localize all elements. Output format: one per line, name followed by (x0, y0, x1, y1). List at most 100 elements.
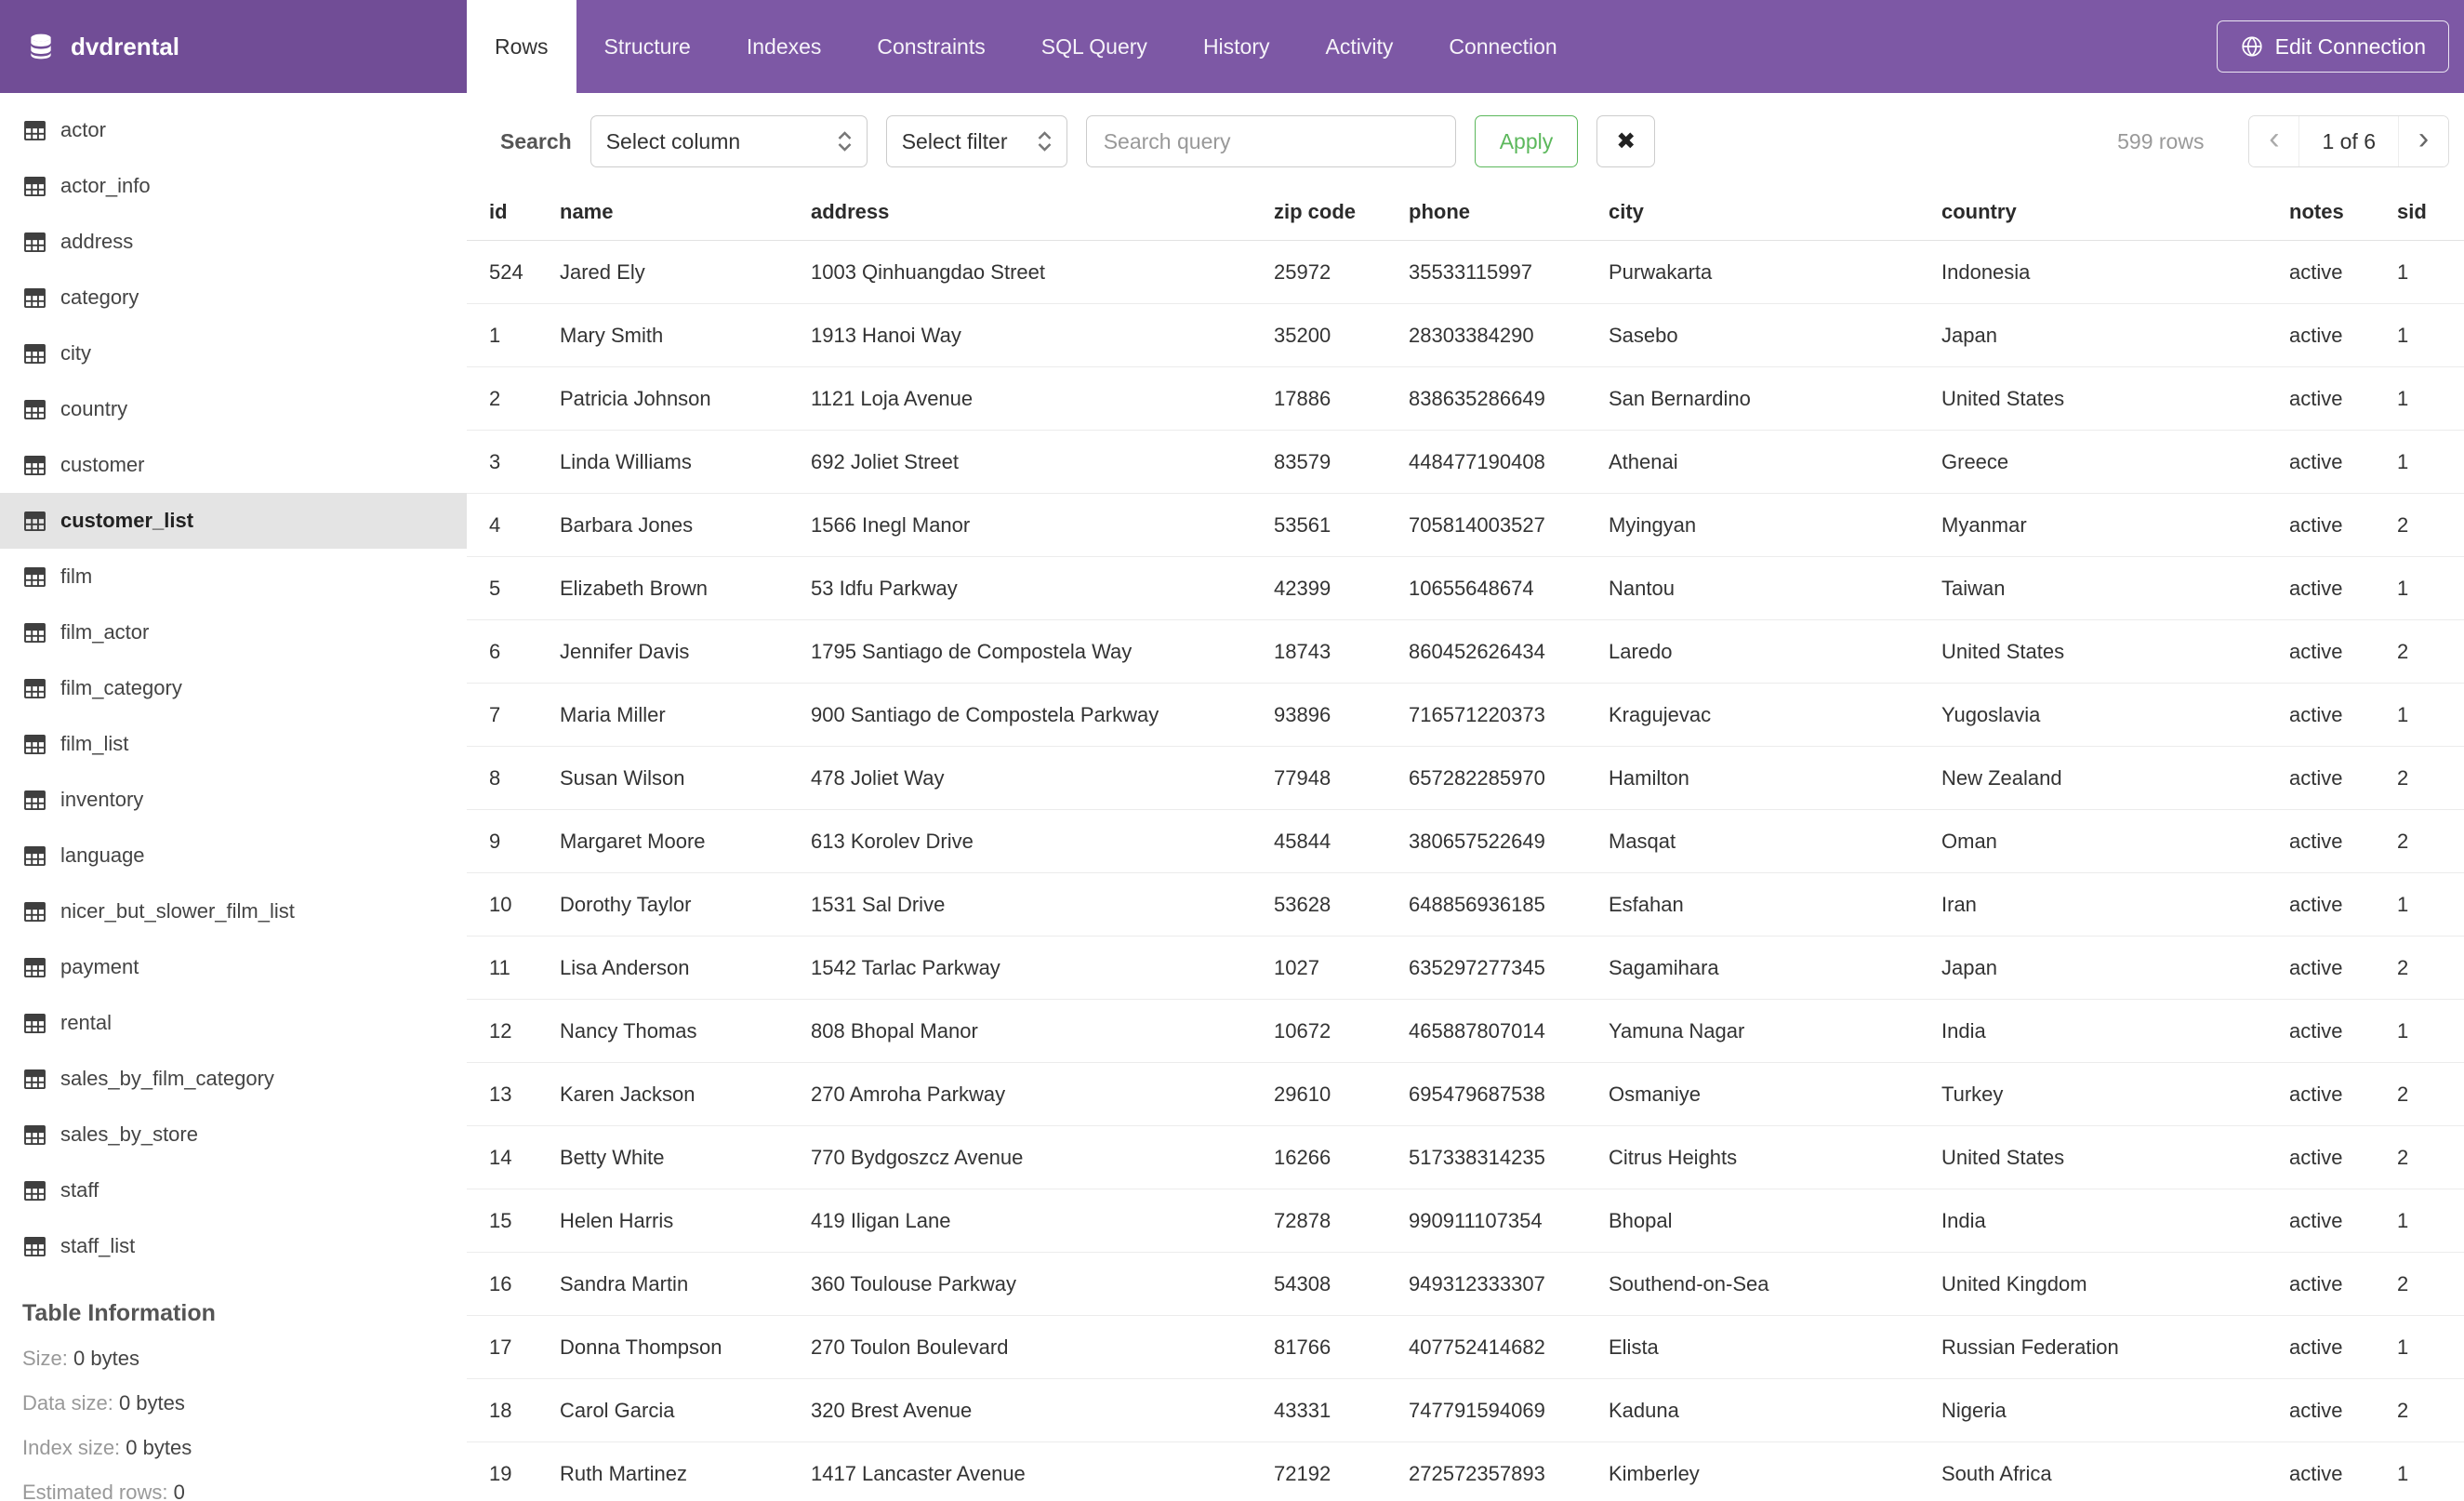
next-page-button[interactable]: › (2398, 116, 2448, 166)
column-header-id[interactable]: id (467, 186, 550, 241)
cell-zip-code: 72878 (1265, 1189, 1399, 1253)
tab-structure[interactable]: Structure (576, 0, 719, 93)
table-row[interactable]: 7 Maria Miller 900 Santiago de Compostela … (467, 683, 2464, 747)
sidebar-item-country[interactable]: country (0, 381, 467, 437)
table-grid-icon (24, 678, 46, 698)
column-header-sid[interactable]: sid (2388, 186, 2464, 241)
sidebar-item-customer-list[interactable]: customer_list (0, 493, 467, 549)
table-row[interactable]: 16 Sandra Martin 360 Toulouse Parkway 54308… (467, 1252, 2464, 1316)
table-row[interactable]: 12 Nancy Thomas 808 Bhopal Manor 10672 46588… (467, 999, 2464, 1063)
table-row[interactable]: 14 Betty White 770 Bydgoszcz Avenue 16266 51… (467, 1125, 2464, 1189)
table-row[interactable]: 4 Barbara Jones 1566 Inegl Manor 53561 70581… (467, 493, 2464, 557)
table-row[interactable]: 8 Susan Wilson 478 Joliet Way 77948 65728228… (467, 746, 2464, 810)
sidebar-item-actor[interactable]: actor (0, 102, 467, 158)
table-row[interactable]: 5 Elizabeth Brown 53 Idfu Parkway 42399 1065… (467, 556, 2464, 620)
sidebar-item-film-category[interactable]: film_category (0, 660, 467, 716)
cell-notes: active (2280, 303, 2388, 367)
sidebar-item-language[interactable]: language (0, 828, 467, 883)
table-grid-icon (24, 845, 46, 866)
search-query-input[interactable] (1085, 115, 1456, 167)
column-header-phone[interactable]: phone (1399, 186, 1599, 241)
cell-zip-code: 77948 (1265, 746, 1399, 810)
table-row[interactable]: 17 Donna Thompson 270 Toulon Boulevard 8176… (467, 1315, 2464, 1379)
cell-country: South Africa (1932, 1441, 2280, 1501)
tab-constraints[interactable]: Constraints (849, 0, 1013, 93)
sidebar-item-film-list[interactable]: film_list (0, 716, 467, 772)
tab-activity[interactable]: Activity (1298, 0, 1422, 93)
cell-address: 900 Santiago de Compostela Parkway (801, 683, 1265, 747)
table-row[interactable]: 10 Dorothy Taylor 1531 Sal Drive 53628 64885… (467, 872, 2464, 936)
cell-sid: 2 (2388, 936, 2464, 1000)
tab-rows[interactable]: Rows (467, 0, 576, 93)
cell-sid: 1 (2388, 1315, 2464, 1379)
column-header-city[interactable]: city (1599, 186, 1932, 241)
sidebar-item-film-actor[interactable]: film_actor (0, 604, 467, 660)
table-row[interactable]: 1 Mary Smith 1913 Hanoi Way 35200 2830338429… (467, 303, 2464, 367)
sidebar-item-inventory[interactable]: inventory (0, 772, 467, 828)
cell-address: 1542 Tarlac Parkway (801, 936, 1265, 1000)
table-name: payment (60, 955, 139, 978)
sidebar-item-city[interactable]: city (0, 325, 467, 381)
cell-city: Elista (1599, 1315, 1932, 1379)
cell-city: Hamilton (1599, 746, 1932, 810)
previous-page-button[interactable]: ‹ (2249, 116, 2300, 166)
table-row[interactable]: 11 Lisa Anderson 1542 Tarlac Parkway 1027 63… (467, 936, 2464, 1000)
cell-name: Carol Garcia (550, 1378, 801, 1442)
column-header-name[interactable]: name (550, 186, 801, 241)
cell-zip-code: 18743 (1265, 619, 1399, 684)
cell-country: Japan (1932, 303, 2280, 367)
table-grid-icon (24, 1236, 46, 1256)
column-header-address[interactable]: address (801, 186, 1265, 241)
sidebar-item-address[interactable]: address (0, 214, 467, 270)
sidebar-item-actor-info[interactable]: actor_info (0, 158, 467, 214)
sidebar-item-film[interactable]: film (0, 549, 467, 604)
sidebar-item-sales-by-film-category[interactable]: sales_by_film_category (0, 1051, 467, 1107)
cell-address: 419 Iligan Lane (801, 1189, 1265, 1253)
clear-search-button[interactable]: ✖ (1596, 115, 1656, 167)
cell-notes: active (2280, 1315, 2388, 1379)
cell-id: 16 (467, 1252, 550, 1316)
database-brand: dvdrental (0, 0, 467, 93)
cell-zip-code: 16266 (1265, 1125, 1399, 1189)
edit-connection-button[interactable]: Edit Connection (2216, 20, 2449, 73)
sidebar-item-nicer-but-slower-film-list[interactable]: nicer_but_slower_film_list (0, 883, 467, 939)
sidebar-item-category[interactable]: category (0, 270, 467, 325)
table-row[interactable]: 15 Helen Harris 419 Iligan Lane 72878 990911… (467, 1189, 2464, 1253)
pgweb-app: dvdrental Rows Structure Indexes Constraint… (0, 0, 2464, 1501)
table-row[interactable]: 2 Patricia Johnson 1121 Loja Avenue 17886 83… (467, 366, 2464, 431)
sidebar-item-staff-list[interactable]: staff_list (0, 1218, 467, 1274)
sidebar-item-staff[interactable]: staff (0, 1162, 467, 1218)
tab-history[interactable]: History (1175, 0, 1298, 93)
table-grid-icon (24, 734, 46, 754)
cell-name: Jennifer Davis (550, 619, 801, 684)
sidebar-item-payment[interactable]: payment (0, 939, 467, 995)
cell-address: 613 Korolev Drive (801, 809, 1265, 873)
column-header-country[interactable]: country (1932, 186, 2280, 241)
table-row[interactable]: 19 Ruth Martinez 1417 Lancaster Avenue 7219… (467, 1441, 2464, 1501)
table-row[interactable]: 3 Linda Williams 692 Joliet Street 83579 448… (467, 430, 2464, 494)
cell-id: 2 (467, 366, 550, 431)
cell-notes: active (2280, 556, 2388, 620)
table-row[interactable]: 9 Margaret Moore 613 Korolev Drive 45844 380… (467, 809, 2464, 873)
sidebar-item-sales-by-store[interactable]: sales_by_store (0, 1107, 467, 1162)
cell-sid: 1 (2388, 303, 2464, 367)
table-row[interactable]: 6 Jennifer Davis 1795 Santiago de Composte… (467, 619, 2464, 684)
column-header-zip-code[interactable]: zip code (1265, 186, 1399, 241)
tab-connection[interactable]: Connection (1421, 0, 1584, 93)
cell-phone: 716571220373 (1399, 683, 1599, 747)
apply-button[interactable]: Apply (1474, 115, 1579, 167)
filter-select[interactable]: Select filter (885, 115, 1067, 167)
table-row[interactable]: 13 Karen Jackson 270 Amroha Parkway 29610 69… (467, 1062, 2464, 1126)
table-row[interactable]: 18 Carol Garcia 320 Brest Avenue 43331 74779… (467, 1378, 2464, 1442)
column-header-notes[interactable]: notes (2280, 186, 2388, 241)
sidebar-item-rental[interactable]: rental (0, 995, 467, 1051)
table-name: sales_by_store (60, 1122, 198, 1146)
tab-sql-query[interactable]: SQL Query (1013, 0, 1175, 93)
table-name: rental (60, 1011, 113, 1034)
sidebar-item-customer[interactable]: customer (0, 437, 467, 493)
table-row[interactable]: 524 Jared Ely 1003 Qinhuangdao Street 25972… (467, 240, 2464, 304)
table-info-label: Index size: (22, 1436, 126, 1459)
tab-indexes[interactable]: Indexes (719, 0, 850, 93)
database-name: dvdrental (71, 32, 180, 60)
column-select[interactable]: Select column (590, 115, 868, 167)
